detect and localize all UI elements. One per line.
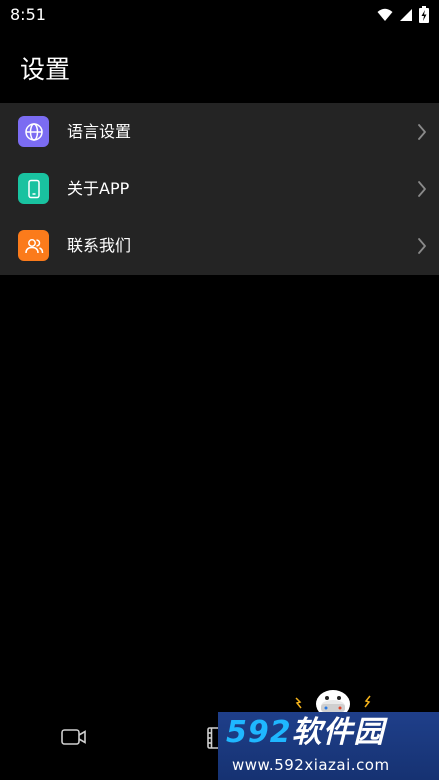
battery-charging-icon (419, 6, 429, 27)
settings-item-label: 语言设置 (67, 121, 132, 141)
settings-item-label: 关于APP (67, 178, 130, 198)
contacts-icon (18, 230, 49, 261)
settings-item-label: 联系我们 (67, 235, 132, 255)
globe-icon (18, 116, 49, 147)
phone-icon (18, 173, 49, 204)
settings-item-language[interactable]: 语言设置 (0, 103, 439, 160)
status-time: 8:51 (10, 5, 46, 24)
watermark-brand: 592软件园 (226, 716, 385, 750)
video-camera-icon[interactable] (61, 727, 87, 751)
settings-item-about-app[interactable]: 关于APP (0, 160, 439, 217)
settings-item-contact-us[interactable]: 联系我们 (0, 217, 439, 274)
page-title: 设置 (20, 55, 71, 84)
status-bar: 8:51 (0, 0, 439, 30)
status-icons (377, 6, 429, 27)
chevron-right-icon (417, 123, 427, 141)
chevron-right-icon (417, 180, 427, 198)
watermark-brand-digits: 592 (226, 715, 292, 750)
wifi-icon (377, 7, 393, 26)
watermark-url: www.592xiazai.com (232, 756, 390, 774)
watermark-brand-text: 软件园 (291, 715, 385, 750)
settings-list: 语言设置 关于APP 联系我们 (0, 103, 439, 275)
chevron-right-icon (417, 237, 427, 255)
cellular-signal-icon (399, 7, 413, 26)
